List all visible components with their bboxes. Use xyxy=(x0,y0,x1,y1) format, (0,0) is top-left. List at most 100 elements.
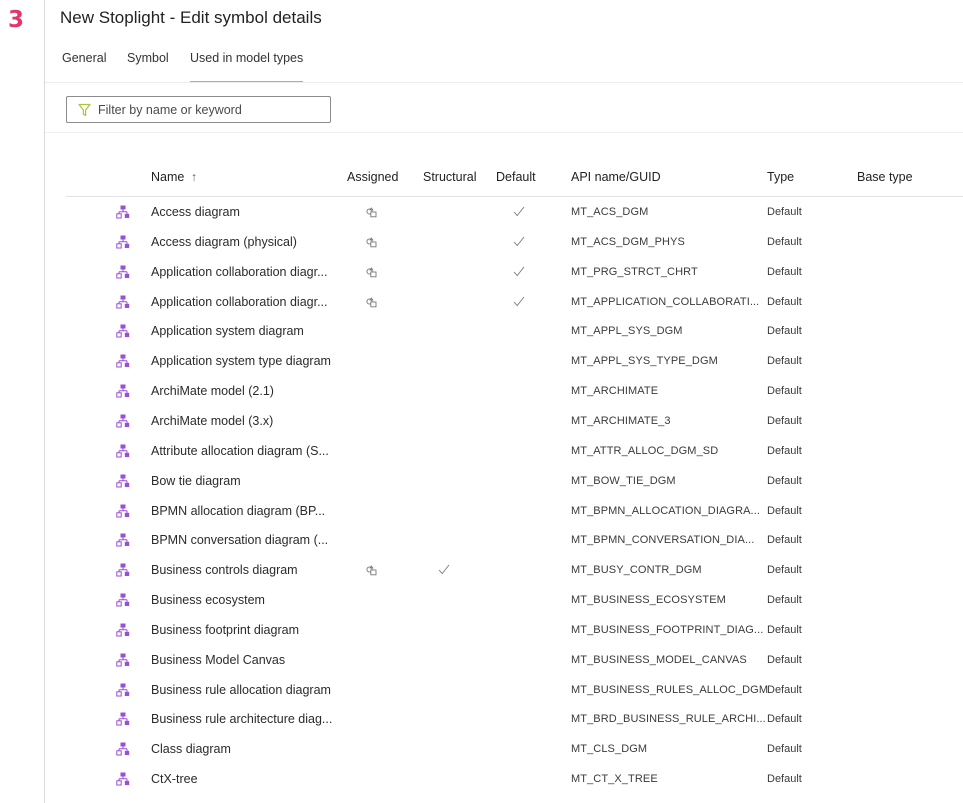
api-name: MT_BUSINESS_RULES_ALLOC_DGM xyxy=(571,683,769,696)
model-type-kind: Default xyxy=(767,385,802,398)
model-type-name: Attribute allocation diagram (S... xyxy=(151,443,329,458)
model-type-icon xyxy=(116,533,130,547)
column-header-default[interactable]: Default xyxy=(496,170,536,184)
table-row[interactable]: Class diagram MT_CLS_DGM Default xyxy=(66,734,963,764)
table-row[interactable]: Business rule architecture diag... MT_BRD… xyxy=(66,704,963,734)
api-name: MT_BOW_TIE_DGM xyxy=(571,474,676,487)
table-row[interactable]: Bow tie diagram MT_BOW_TIE_DGM Default xyxy=(66,466,963,496)
model-type-icon xyxy=(116,742,130,756)
model-type-kind: Default xyxy=(767,743,802,756)
model-type-kind: Default xyxy=(767,474,802,487)
api-name: MT_ACS_DGM_PHYS xyxy=(571,235,685,248)
column-header-base-type[interactable]: Base type xyxy=(857,170,913,184)
model-type-name: CtX-tree xyxy=(151,772,198,787)
left-divider xyxy=(44,0,45,803)
api-name: MT_APPLICATION_COLLABORATI... xyxy=(571,295,760,308)
model-type-name: BPMN conversation diagram (... xyxy=(151,533,329,548)
api-name: MT_BRD_BUSINESS_RULE_ARCHI... xyxy=(571,713,766,726)
table-row[interactable]: Application system diagram MT_APPL_SYS_DG… xyxy=(66,316,963,346)
model-type-icon xyxy=(116,623,130,637)
model-type-kind: Default xyxy=(767,534,802,547)
table-row[interactable]: ArchiMate model (2.1) MT_ARCHIMATE Default xyxy=(66,376,963,406)
model-type-kind: Default xyxy=(767,564,802,577)
model-type-kind: Default xyxy=(767,504,802,517)
table-row[interactable]: BPMN conversation diagram (... MT_BPMN_CO… xyxy=(66,525,963,555)
column-header-name-label: Name xyxy=(151,170,185,184)
tab-used-in-model-types[interactable]: Used in model types xyxy=(190,51,304,83)
api-name: MT_PRG_STRCT_CHRT xyxy=(571,265,698,278)
filter-funnel-icon xyxy=(78,103,91,117)
model-type-name: Application collaboration diagr... xyxy=(151,294,328,309)
table-row[interactable]: Business rule allocation diagram MT_BUSIN… xyxy=(66,675,963,705)
model-type-icon xyxy=(116,324,130,338)
api-name: MT_BUSINESS_MODEL_CANVAS xyxy=(571,653,747,666)
column-header-assigned[interactable]: Assigned xyxy=(347,170,398,184)
model-type-name: Application system diagram xyxy=(151,324,304,339)
column-header-name[interactable]: Name ↑ xyxy=(151,170,197,184)
model-type-icon xyxy=(116,653,130,667)
table-row[interactable]: Business footprint diagram MT_BUSINESS_FO… xyxy=(66,615,963,645)
table-row[interactable]: Access diagram MT_ACS_DGM Default xyxy=(66,197,963,227)
model-type-name: Business Model Canvas xyxy=(151,652,286,667)
model-type-icon xyxy=(116,683,130,697)
page-title: New Stoplight - Edit symbol details xyxy=(60,8,322,27)
structural-check-icon xyxy=(438,564,450,575)
table-row[interactable]: CtX-tree MT_CT_X_TREE Default xyxy=(66,764,963,794)
model-type-icon xyxy=(116,444,130,458)
model-type-kind: Default xyxy=(767,773,802,786)
tab-symbol[interactable]: Symbol xyxy=(127,51,169,73)
table-row[interactable]: Business ecosystem MT_BUSINESS_ECOSYSTEM D… xyxy=(66,585,963,615)
column-header-api-name[interactable]: API name/GUID xyxy=(571,170,661,184)
default-check-icon xyxy=(513,206,525,217)
model-type-icon xyxy=(116,384,130,398)
step-number: 3 xyxy=(8,7,25,33)
model-type-name: Access diagram xyxy=(151,205,240,219)
table-row[interactable]: Application collaboration diagr... MT_PRG… xyxy=(66,257,963,287)
model-type-icon xyxy=(116,504,130,517)
model-type-name: Business footprint diagram xyxy=(151,622,299,637)
column-header-type[interactable]: Type xyxy=(767,170,794,184)
api-name: MT_ARCHIMATE_3 xyxy=(571,414,671,427)
model-type-icon xyxy=(116,295,130,309)
model-type-name: Business rule allocation diagram xyxy=(151,682,331,697)
assigned-symbol-icon xyxy=(366,237,377,248)
api-name: MT_ACS_DGM xyxy=(571,206,649,218)
filter-input[interactable] xyxy=(98,100,323,119)
assigned-symbol-icon xyxy=(366,565,377,576)
api-name: MT_CT_X_TREE xyxy=(571,773,658,786)
table-row[interactable]: Attribute allocation diagram (S... MT_ATT… xyxy=(66,436,963,466)
assigned-symbol-icon xyxy=(366,207,377,218)
tab-general[interactable]: General xyxy=(62,51,106,73)
default-check-icon xyxy=(513,266,525,276)
model-type-icon xyxy=(116,474,130,488)
api-name: MT_CLS_DGM xyxy=(571,743,648,756)
model-type-kind: Default xyxy=(767,683,802,696)
model-type-kind: Default xyxy=(767,206,802,218)
table-row[interactable]: Business Model Canvas MT_BUSINESS_MODEL_C… xyxy=(66,645,963,675)
api-name: MT_BUSINESS_ECOSYSTEM xyxy=(571,594,726,607)
model-type-name: Business rule architecture diag... xyxy=(151,712,333,727)
model-type-icon xyxy=(116,235,130,249)
column-header-structural[interactable]: Structural xyxy=(423,170,477,184)
api-name: MT_BUSY_CONTR_DGM xyxy=(571,564,702,577)
model-type-name: Business ecosystem xyxy=(151,593,265,608)
model-type-name: Class diagram xyxy=(151,742,231,757)
model-type-name: Application collaboration diagr... xyxy=(151,264,328,279)
default-check-icon xyxy=(513,296,525,306)
table-row[interactable]: Application collaboration diagr... MT_APP… xyxy=(66,287,963,317)
api-name: MT_APPL_SYS_DGM xyxy=(571,325,683,338)
table-row[interactable]: Access diagram (physical) MT_ACS_DGM_PHYS… xyxy=(66,227,963,257)
model-type-icon xyxy=(116,414,130,428)
model-type-kind: Default xyxy=(767,265,802,278)
assigned-symbol-icon xyxy=(366,266,377,277)
model-type-kind: Default xyxy=(767,414,802,427)
model-type-icon xyxy=(116,265,130,279)
api-name: MT_BUSINESS_FOOTPRINT_DIAG... xyxy=(571,623,764,636)
filter-box[interactable] xyxy=(66,96,331,123)
model-type-name: BPMN allocation diagram (BP... xyxy=(151,503,326,518)
model-type-icon xyxy=(116,354,130,368)
table-row[interactable]: BPMN allocation diagram (BP... MT_BPMN_AL… xyxy=(66,496,963,526)
table-row[interactable]: ArchiMate model (3.x) MT_ARCHIMATE_3 Defau… xyxy=(66,406,963,436)
table-row[interactable]: Application system type diagram MT_APPL_S… xyxy=(66,346,963,376)
table-row[interactable]: Business controls diagram MT_BUSY_CONTR_D… xyxy=(66,555,963,585)
